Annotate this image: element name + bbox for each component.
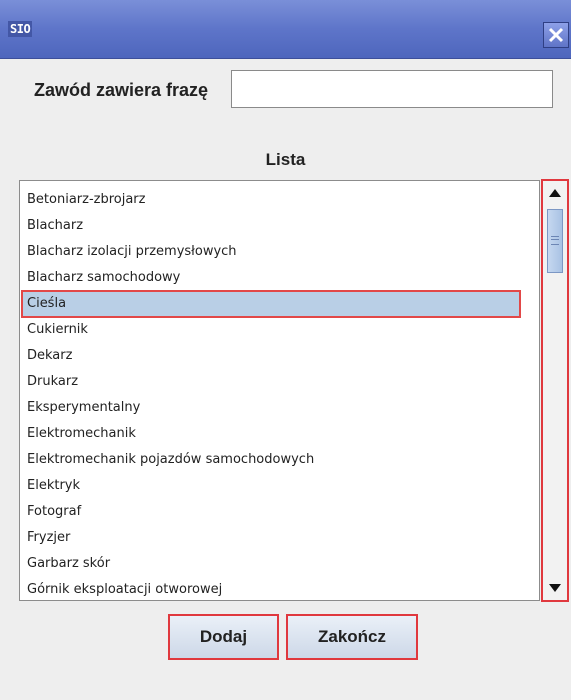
list-item[interactable]: Dekarz bbox=[22, 343, 539, 369]
list-item[interactable]: Fryzjer bbox=[22, 525, 539, 551]
list-item[interactable]: Garbarz skór bbox=[22, 551, 539, 577]
list-item[interactable]: Elektryk bbox=[22, 473, 539, 499]
arrow-up-icon bbox=[549, 189, 561, 197]
grip-icon bbox=[551, 236, 559, 245]
arrow-down-icon bbox=[549, 584, 561, 592]
list-scrollbar[interactable] bbox=[541, 179, 569, 602]
list-item[interactable]: Cukiernik bbox=[22, 317, 539, 343]
occupation-list[interactable]: Betoniarz-zbrojarz Blacharz Blacharz izo… bbox=[19, 180, 540, 601]
scroll-down-button[interactable] bbox=[545, 578, 565, 598]
close-button[interactable] bbox=[543, 22, 569, 48]
list-item[interactable]: Blacharz bbox=[22, 213, 539, 239]
finish-button[interactable]: Zakończ bbox=[286, 614, 418, 660]
list-heading: Lista bbox=[265, 150, 306, 169]
close-icon bbox=[548, 27, 564, 43]
add-button[interactable]: Dodaj bbox=[168, 614, 279, 660]
search-input[interactable] bbox=[231, 70, 553, 108]
list-item[interactable]: Elektromechanik pojazdów samochodowych bbox=[22, 447, 539, 473]
list-item-selected[interactable]: Cieśla bbox=[21, 290, 521, 318]
list-item[interactable]: Eksperymentalny bbox=[22, 395, 539, 421]
list-item[interactable]: Drukarz bbox=[22, 369, 539, 395]
app-logo: SIO bbox=[8, 21, 33, 37]
search-label: Zawód zawiera frazę bbox=[34, 80, 209, 100]
list-item[interactable]: Górnik eksploatacji otworowej bbox=[22, 577, 539, 600]
list-item[interactable]: Fotograf bbox=[22, 499, 539, 525]
list-item[interactable]: Blacharz izolacji przemysłowych bbox=[22, 239, 539, 265]
scroll-thumb[interactable] bbox=[547, 209, 563, 273]
list-item[interactable]: Blacharz samochodowy bbox=[22, 265, 539, 291]
scroll-up-button[interactable] bbox=[545, 183, 565, 203]
window-titlebar: SIO bbox=[0, 0, 571, 59]
list-item[interactable]: Betoniarz-zbrojarz bbox=[22, 187, 539, 213]
list-item[interactable]: Elektromechanik bbox=[22, 421, 539, 447]
